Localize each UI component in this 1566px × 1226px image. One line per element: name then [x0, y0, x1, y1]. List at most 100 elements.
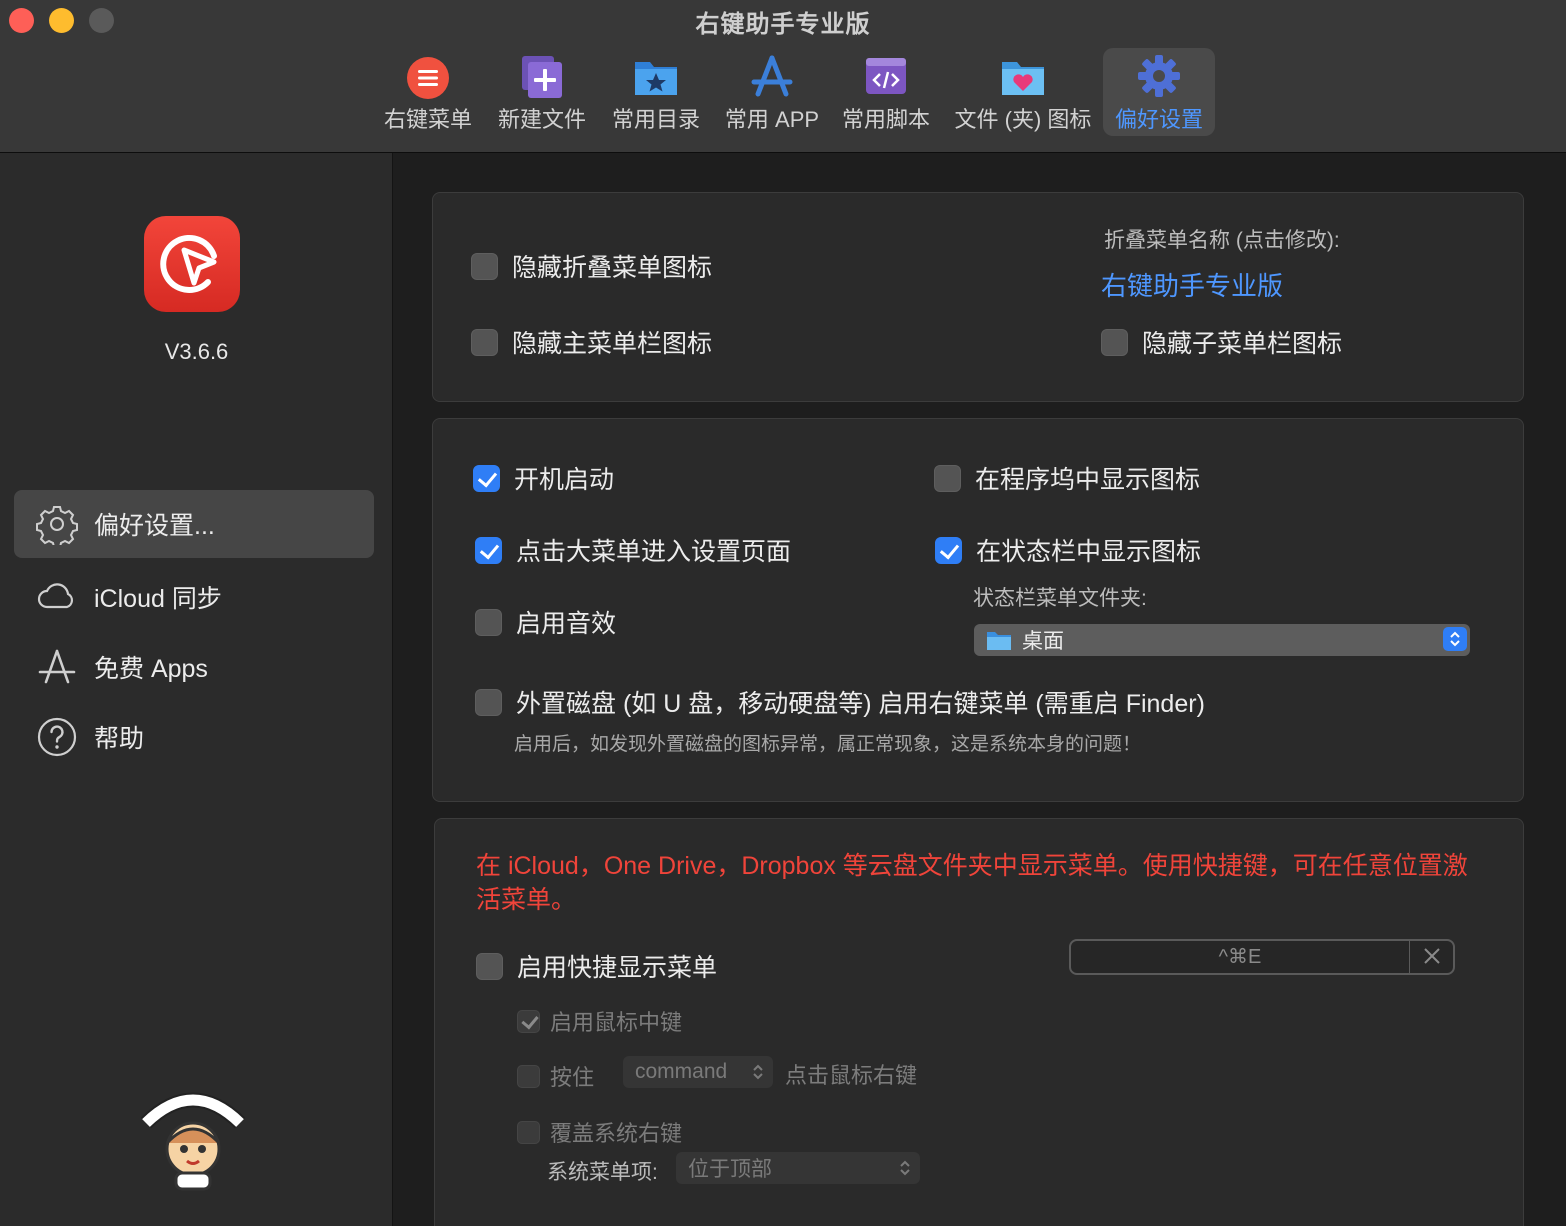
folder-star-icon — [635, 62, 677, 95]
toolbar-preferences[interactable]: 偏好设置 — [1103, 48, 1215, 136]
system-menu-label: 系统菜单项: — [547, 1161, 658, 1184]
cloud-folder-notice: 在 iCloud，One Drive，Dropbox 等云盘文件夹中显示菜单。使… — [476, 852, 1468, 914]
sidebar-item-free-apps[interactable]: 免费 Apps — [14, 633, 374, 701]
enable-shortcut-option[interactable]: 启用快捷显示菜单 — [476, 948, 717, 984]
option-label: 在状态栏中显示图标 — [976, 538, 1202, 566]
sidebar-item-icloud-sync[interactable]: iCloud 同步 — [14, 563, 374, 631]
enable-sound-checkbox[interactable] — [475, 608, 502, 636]
hide-main-menubar-icon-option[interactable]: 隐藏主菜单栏图标 — [471, 324, 712, 360]
sidebar: V3.6.6 偏好设置... iCloud 同步 免费 Apps 帮助 — [0, 153, 393, 1226]
show-in-statusbar-option[interactable]: 在状态栏中显示图标 — [935, 532, 1201, 568]
shortcut-recorder[interactable]: ^⌘E — [1069, 939, 1455, 975]
toolbar-file-icons[interactable]: 文件 (夹) 图标 — [952, 48, 1094, 136]
system-menu-value: 位于顶部 — [688, 1158, 772, 1181]
toolbar-favorite-apps[interactable]: 常用 APP — [720, 48, 824, 136]
option-label: 开机启动 — [514, 466, 615, 494]
script-icon — [866, 58, 906, 94]
statusbar-folder-select[interactable]: 桌面 — [974, 624, 1470, 656]
option-label: 在程序坞中显示图标 — [975, 466, 1201, 494]
system-menu-select[interactable]: 位于顶部 — [676, 1152, 920, 1184]
enable-sound-option[interactable]: 启用音效 — [475, 604, 616, 640]
app-version: V3.6.6 — [164, 339, 229, 364]
hide-collapse-icon-option[interactable]: 隐藏折叠菜单图标 — [471, 248, 712, 284]
help-icon — [37, 717, 77, 757]
external-disk-hint: 启用后，如发现外置磁盘的图标异常，属正常现象，这是系统本身的问题！ — [514, 734, 1142, 755]
app-logo-icon — [144, 216, 240, 312]
gear-icon — [36, 506, 78, 545]
sidebar-item-label: 偏好设置... — [94, 512, 215, 540]
option-label: 启用快捷显示菜单 — [517, 954, 718, 982]
toolbar-label: 右键菜单 — [383, 107, 472, 132]
statusbar-folder-value: 桌面 — [1022, 630, 1064, 653]
window-title: 右键助手专业版 — [695, 11, 871, 38]
menu-icon-settings-panel: 隐藏折叠菜单图标 隐藏主菜单栏图标 折叠菜单名称 (点击修改): 右键助手专业版… — [432, 192, 1524, 402]
menu-name-label: 折叠菜单名称 (点击修改): — [1104, 229, 1340, 252]
toolbar-label: 常用 APP — [724, 107, 820, 132]
gear-icon — [1138, 55, 1180, 97]
shortcut-settings-panel: 在 iCloud，One Drive，Dropbox 等云盘文件夹中显示菜单。使… — [434, 818, 1524, 1226]
menu-name-link[interactable]: 右键助手专业版 — [1101, 266, 1283, 303]
sidebar-item-preferences[interactable]: 偏好设置... — [14, 490, 374, 558]
folder-icon — [987, 632, 1011, 650]
hold-key-value: command — [635, 1060, 728, 1083]
toolbar-new-file[interactable]: 新建文件 — [492, 48, 592, 136]
hold-key-checkbox[interactable] — [517, 1064, 540, 1088]
toolbar-label: 新建文件 — [497, 107, 586, 132]
option-label: 覆盖系统右键 — [550, 1121, 683, 1146]
show-in-dock-checkbox[interactable] — [934, 464, 961, 492]
app-store-icon — [38, 649, 76, 684]
shortcut-value: ^⌘E — [1218, 946, 1262, 968]
cloud-icon — [37, 583, 74, 609]
sidebar-item-label: iCloud 同步 — [94, 585, 222, 613]
toolbar-favorite-folders[interactable]: 常用目录 — [606, 48, 706, 136]
option-label: 启用鼠标中键 — [550, 1010, 683, 1035]
chevron-up-down-icon — [753, 1064, 763, 1080]
toolbar-label: 偏好设置 — [1114, 107, 1203, 132]
external-disk-checkbox[interactable] — [475, 688, 502, 716]
divider — [1409, 941, 1410, 973]
override-system-checkbox[interactable] — [517, 1120, 540, 1144]
option-label: 隐藏折叠菜单图标 — [512, 254, 713, 282]
option-label: 按住 — [550, 1065, 595, 1090]
external-disk-option[interactable]: 外置磁盘 (如 U 盘，移动硬盘等) 启用右键菜单 (需重启 Finder) — [475, 684, 1205, 720]
toolbar-scripts[interactable]: 常用脚本 — [836, 48, 936, 136]
middle-click-option[interactable]: 启用鼠标中键 — [517, 1005, 682, 1037]
hide-collapse-icon-checkbox[interactable] — [471, 252, 498, 280]
toolbar-context-menu[interactable]: 右键菜单 — [378, 48, 478, 136]
hold-key-select[interactable]: command — [623, 1056, 773, 1088]
sidebar-item-label: 帮助 — [94, 725, 145, 753]
chevron-up-down-icon — [1443, 627, 1467, 651]
general-settings-panel: 开机启动 在程序坞中显示图标 点击大菜单进入设置页面 在状态栏中显示图标 状态栏… — [432, 418, 1524, 802]
click-big-menu-option[interactable]: 点击大菜单进入设置页面 — [475, 532, 791, 568]
toolbar-label: 文件 (夹) 图标 — [954, 107, 1092, 132]
app-store-icon — [751, 55, 793, 97]
toolbar-label: 常用脚本 — [841, 107, 930, 132]
sidebar-item-help[interactable]: 帮助 — [14, 703, 374, 771]
launch-at-login-checkbox[interactable] — [473, 464, 500, 492]
show-in-statusbar-checkbox[interactable] — [935, 536, 962, 564]
hide-submenu-icon-option[interactable]: 隐藏子菜单栏图标 — [1101, 324, 1342, 360]
new-file-icon — [522, 56, 562, 98]
close-icon[interactable] — [1421, 945, 1443, 972]
show-in-dock-option[interactable]: 在程序坞中显示图标 — [934, 460, 1200, 496]
folder-heart-icon — [1002, 62, 1044, 95]
hold-key-option[interactable]: 按住 — [517, 1060, 594, 1092]
option-label: 隐藏子菜单栏图标 — [1142, 330, 1343, 358]
context-menu-icon — [407, 57, 449, 99]
cursor-icon — [160, 235, 217, 293]
hide-main-menubar-icon-checkbox[interactable] — [471, 328, 498, 356]
toolbar-label: 常用目录 — [611, 107, 700, 132]
window-titlebar: 右键助手专业版 右键菜单 新建文件 常用目录 常用 APP 常用脚本 文件 (夹… — [0, 0, 1566, 153]
option-label: 启用音效 — [516, 610, 617, 638]
launch-at-login-option[interactable]: 开机启动 — [473, 460, 614, 496]
tap-here-mascot-icon[interactable] — [138, 1083, 248, 1193]
click-big-menu-checkbox[interactable] — [475, 536, 502, 564]
statusbar-folder-label: 状态栏菜单文件夹: — [973, 587, 1147, 610]
option-label: 隐藏主菜单栏图标 — [512, 330, 713, 358]
override-system-option[interactable]: 覆盖系统右键 — [517, 1116, 682, 1148]
hide-submenu-icon-checkbox[interactable] — [1101, 328, 1128, 356]
middle-click-checkbox[interactable] — [517, 1009, 540, 1033]
sidebar-item-label: 免费 Apps — [94, 655, 208, 683]
option-label: 外置磁盘 (如 U 盘，移动硬盘等) 启用右键菜单 (需重启 Finder) — [516, 690, 1205, 718]
enable-shortcut-checkbox[interactable] — [476, 952, 503, 980]
